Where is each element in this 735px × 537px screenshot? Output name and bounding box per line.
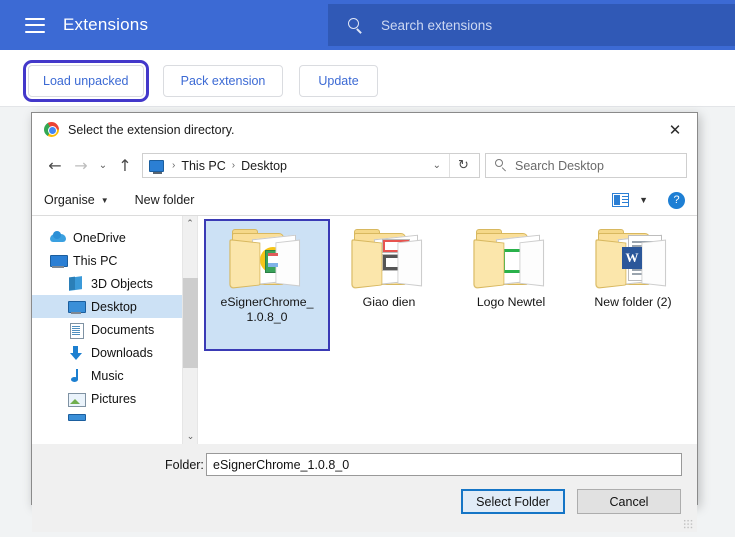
file-item-label: New folder (2) bbox=[577, 295, 689, 310]
search-icon bbox=[494, 159, 507, 172]
page-title: Extensions bbox=[63, 15, 148, 35]
chevron-down-icon: ▼ bbox=[101, 196, 109, 205]
recent-locations-icon[interactable]: ⌄ bbox=[94, 153, 112, 179]
navigation-tree: OneDrive This PC 3D Objects Desktop Docu… bbox=[32, 216, 182, 444]
scrollbar-thumb[interactable] bbox=[183, 278, 198, 368]
dialog-title-bar: Select the extension directory. ✕ bbox=[32, 113, 697, 146]
chevron-down-icon[interactable]: ▼ bbox=[639, 195, 648, 205]
tree-item-label: Pictures bbox=[91, 392, 136, 406]
search-desktop-placeholder: Search Desktop bbox=[515, 159, 604, 173]
command-bar-right: ▼ ? bbox=[612, 192, 685, 209]
tree-item-label: OneDrive bbox=[73, 231, 126, 245]
update-button[interactable]: Update bbox=[299, 65, 378, 97]
file-item-label: eSignerChrome_ 1.0.8_0 bbox=[211, 295, 323, 325]
dialog-command-bar: Organise ▼ New folder ▼ ? bbox=[32, 185, 697, 216]
tree-item-label: This PC bbox=[73, 254, 117, 268]
organise-label: Organise bbox=[44, 193, 95, 207]
load-unpacked-button[interactable]: Load unpacked bbox=[28, 65, 144, 97]
search-extensions-placeholder: Search extensions bbox=[381, 18, 492, 33]
file-item-label: Giao dien bbox=[333, 295, 445, 310]
help-icon[interactable]: ? bbox=[668, 192, 685, 209]
up-icon[interactable]: ↑ bbox=[112, 153, 138, 179]
forward-icon[interactable]: → bbox=[68, 153, 94, 179]
tree-item-music[interactable]: Music bbox=[32, 364, 182, 387]
folder-input[interactable]: eSignerChrome_1.0.8_0 bbox=[206, 453, 682, 476]
word-badge-icon: W bbox=[622, 247, 642, 269]
file-item-logo-newtel[interactable]: Logo Newtel bbox=[450, 221, 572, 349]
this-pc-icon bbox=[149, 160, 164, 172]
file-item-new-folder-2[interactable]: W New folder (2) bbox=[572, 221, 694, 349]
file-item-giao-dien[interactable]: Giao dien bbox=[328, 221, 450, 349]
hamburger-icon[interactable] bbox=[25, 18, 45, 33]
breadcrumb-separator: › bbox=[166, 160, 181, 171]
dialog-buttons: Select Folder Cancel bbox=[461, 489, 681, 514]
tree-item-onedrive[interactable]: OneDrive bbox=[32, 226, 182, 249]
scroll-down-icon[interactable]: ⌄ bbox=[183, 429, 198, 444]
folder-icon bbox=[352, 227, 426, 289]
desktop-icon bbox=[68, 299, 84, 315]
tree-item-desktop[interactable]: Desktop bbox=[32, 295, 182, 318]
select-directory-dialog: Select the extension directory. ✕ ← → ⌄ … bbox=[31, 112, 698, 505]
documents-icon bbox=[68, 322, 84, 338]
pictures-icon bbox=[68, 391, 84, 407]
resize-grip-icon[interactable] bbox=[683, 519, 693, 529]
new-folder-button[interactable]: New folder bbox=[135, 193, 195, 207]
search-extensions-input[interactable]: Search extensions bbox=[328, 4, 735, 46]
chrome-logo-icon bbox=[44, 122, 59, 137]
3d-objects-icon bbox=[68, 276, 84, 292]
file-item-label: Logo Newtel bbox=[455, 295, 567, 310]
dialog-footer: Folder: eSignerChrome_1.0.8_0 Select Fol… bbox=[32, 444, 697, 532]
pack-extension-button[interactable]: Pack extension bbox=[163, 65, 283, 97]
tree-item-this-pc[interactable]: This PC bbox=[32, 249, 182, 272]
tree-item-label: Documents bbox=[91, 323, 154, 337]
select-folder-button[interactable]: Select Folder bbox=[461, 489, 565, 514]
back-icon[interactable]: ← bbox=[42, 153, 68, 179]
folder-icon: W bbox=[596, 227, 670, 289]
chevron-down-icon[interactable]: ⌄ bbox=[425, 160, 449, 171]
downloads-icon bbox=[68, 345, 84, 361]
music-icon bbox=[68, 368, 84, 384]
close-icon[interactable]: ✕ bbox=[653, 113, 697, 146]
videos-icon bbox=[68, 414, 84, 430]
tree-item-pictures[interactable]: Pictures bbox=[32, 387, 182, 410]
tree-item-downloads[interactable]: Downloads bbox=[32, 341, 182, 364]
tree-item-documents[interactable]: Documents bbox=[32, 318, 182, 341]
address-bar[interactable]: › This PC › Desktop ⌄ ↻ bbox=[142, 153, 480, 178]
cancel-button[interactable]: Cancel bbox=[577, 489, 681, 514]
extensions-header: Extensions Search extensions bbox=[0, 0, 735, 50]
folder-icon bbox=[474, 227, 548, 289]
tree-item-label: Music bbox=[91, 369, 124, 383]
tree-item-label: Downloads bbox=[91, 346, 153, 360]
tree-item-label: 3D Objects bbox=[91, 277, 153, 291]
dialog-title: Select the extension directory. bbox=[68, 123, 235, 137]
breadcrumb-this-pc[interactable]: This PC bbox=[181, 159, 225, 173]
refresh-icon[interactable]: ↻ bbox=[449, 154, 477, 177]
scroll-up-icon[interactable]: ⌃ bbox=[183, 216, 197, 231]
onedrive-icon bbox=[50, 230, 66, 246]
dialog-navigation-bar: ← → ⌄ ↑ › This PC › Desktop ⌄ ↻ Search D… bbox=[32, 146, 697, 185]
folder-icon bbox=[230, 227, 304, 289]
dialog-body: OneDrive This PC 3D Objects Desktop Docu… bbox=[32, 216, 697, 444]
tree-scrollbar[interactable]: ⌃ ⌄ bbox=[182, 216, 197, 444]
tree-item-3d-objects[interactable]: 3D Objects bbox=[32, 272, 182, 295]
breadcrumb-desktop[interactable]: Desktop bbox=[241, 159, 287, 173]
file-item-esignerchrome[interactable]: eSignerChrome_ 1.0.8_0 bbox=[206, 221, 328, 349]
view-layout-icon[interactable] bbox=[612, 193, 629, 207]
breadcrumb-separator: › bbox=[226, 160, 241, 171]
this-pc-icon bbox=[50, 253, 66, 269]
file-list: eSignerChrome_ 1.0.8_0 Giao dien bbox=[197, 216, 697, 444]
organise-menu[interactable]: Organise ▼ bbox=[44, 193, 109, 207]
search-desktop-input[interactable]: Search Desktop bbox=[485, 153, 687, 178]
search-icon bbox=[348, 18, 363, 33]
screen: Extensions Search extensions Load unpack… bbox=[0, 0, 735, 537]
tree-item-partial[interactable] bbox=[32, 410, 182, 433]
tree-item-label: Desktop bbox=[91, 300, 137, 314]
folder-field-label: Folder: bbox=[165, 458, 204, 472]
